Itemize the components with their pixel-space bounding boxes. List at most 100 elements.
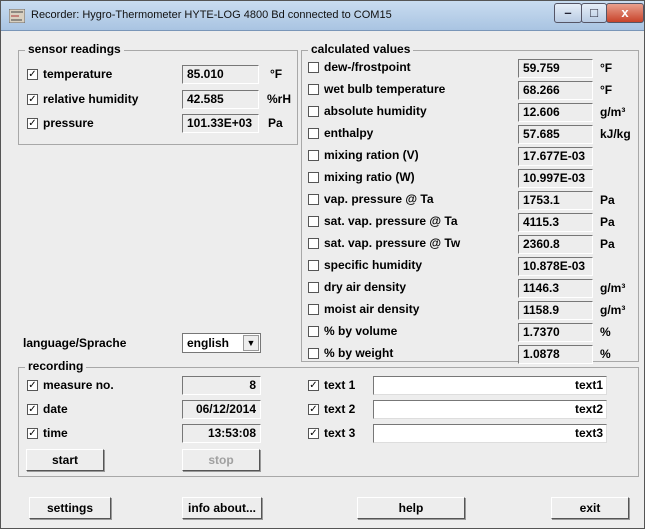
exit-button[interactable]: exit [551, 497, 629, 519]
chevron-down-icon[interactable]: ▼ [243, 335, 259, 351]
calc-item-3-label: absolute humidity [324, 104, 427, 118]
calc-item-11-checkbox[interactable] [308, 282, 319, 293]
help-button[interactable]: help [357, 497, 465, 519]
calc-item-1-unit: °F [600, 61, 613, 75]
calc-item-11-unit: g/m³ [600, 281, 626, 295]
text3-label: text 3 [324, 426, 356, 440]
calc-item-1-value: 59.759 [518, 59, 593, 78]
calc-item-2-value: 68.266 [518, 81, 593, 100]
pressure-checkbox[interactable]: ✓ [27, 118, 38, 129]
date-value: 06/12/2014 [182, 400, 261, 419]
calc-item-5-value: 17.677E-03 [518, 147, 593, 166]
relative-humidity-checkbox[interactable]: ✓ [27, 94, 38, 105]
text3-input[interactable]: text3 [373, 424, 607, 443]
recording-title: recording [25, 359, 87, 373]
calc-item-13-unit: % [600, 325, 611, 339]
relative-humidity-unit: %rH [267, 92, 292, 106]
calc-item-13-checkbox[interactable] [308, 326, 319, 337]
language-selected-value: english [187, 336, 230, 350]
calc-item-1-label: dew-/frostpoint [324, 60, 411, 74]
calc-item-2-label: wet bulb temperature [324, 82, 446, 96]
calc-item-7-unit: Pa [600, 193, 615, 207]
calc-item-9-value: 2360.8 [518, 235, 593, 254]
app-window: Recorder: Hygro-Thermometer HYTE-LOG 480… [0, 0, 645, 529]
calc-item-1-checkbox[interactable] [308, 62, 319, 73]
text3-checkbox[interactable]: ✓ [308, 428, 319, 439]
calc-item-6-checkbox[interactable] [308, 172, 319, 183]
calc-item-10-value: 10.878E-03 [518, 257, 593, 276]
sensor-readings-group: sensor readings ✓ temperature 85.010 °F … [18, 42, 298, 145]
calc-item-14-value: 1.0878 [518, 345, 593, 364]
text1-checkbox[interactable]: ✓ [308, 380, 319, 391]
title-bar[interactable]: Recorder: Hygro-Thermometer HYTE-LOG 480… [1, 1, 644, 31]
calc-item-11-label: dry air density [324, 280, 407, 294]
settings-button[interactable]: settings [29, 497, 111, 519]
calc-item-9-label: sat. vap. pressure @ Tw [324, 236, 461, 250]
pressure-value: 101.33E+03 [182, 114, 259, 133]
calc-item-7-label: vap. pressure @ Ta [324, 192, 434, 206]
text2-checkbox[interactable]: ✓ [308, 404, 319, 415]
calc-item-12-checkbox[interactable] [308, 304, 319, 315]
pressure-unit: Pa [268, 116, 283, 130]
relative-humidity-label: relative humidity [43, 92, 139, 106]
text2-label: text 2 [324, 402, 356, 416]
text2-input[interactable]: text2 [373, 400, 607, 419]
calc-item-14-checkbox[interactable] [308, 348, 319, 359]
calc-item-4-value: 57.685 [518, 125, 593, 144]
text1-label: text 1 [324, 378, 356, 392]
stop-button[interactable]: stop [182, 449, 260, 471]
temperature-checkbox[interactable]: ✓ [27, 69, 38, 80]
text1-input[interactable]: text1 [373, 376, 607, 395]
maximize-button[interactable]: □ [581, 3, 607, 23]
calc-item-3-checkbox[interactable] [308, 106, 319, 117]
calc-item-12-unit: g/m³ [600, 303, 626, 317]
calc-item-10-checkbox[interactable] [308, 260, 319, 271]
calc-item-9-checkbox[interactable] [308, 238, 319, 249]
close-button[interactable]: x [606, 3, 644, 23]
app-icon [9, 9, 25, 23]
calc-item-12-value: 1158.9 [518, 301, 593, 320]
relative-humidity-value: 42.585 [182, 90, 259, 109]
calc-item-9-unit: Pa [600, 237, 615, 251]
date-checkbox[interactable]: ✓ [27, 404, 38, 415]
calc-item-4-unit: kJ/kg [600, 127, 631, 141]
calc-item-8-label: sat. vap. pressure @ Ta [324, 214, 458, 228]
time-label: time [43, 426, 68, 440]
calc-item-3-unit: g/m³ [600, 105, 626, 119]
measure-no-checkbox[interactable]: ✓ [27, 380, 38, 391]
calculated-values-group: calculated values dew-/frostpoint 59.759 °… [301, 42, 639, 364]
calc-item-8-value: 4115.3 [518, 213, 593, 232]
recording-group: recording ✓ measure no. 8 ✓ date 06/12/2… [18, 359, 639, 477]
calc-item-5-label: mixing ration (V) [324, 148, 419, 162]
calc-item-3-value: 12.606 [518, 103, 593, 122]
time-value: 13:53:08 [182, 424, 261, 443]
start-button[interactable]: start [26, 449, 104, 471]
window-title: Recorder: Hygro-Thermometer HYTE-LOG 480… [31, 9, 392, 21]
temperature-label: temperature [43, 67, 113, 81]
calc-item-2-checkbox[interactable] [308, 84, 319, 95]
calc-item-13-value: 1.7370 [518, 323, 593, 342]
calc-item-12-label: moist air density [324, 302, 420, 316]
calc-item-4-checkbox[interactable] [308, 128, 319, 139]
calc-item-2-unit: °F [600, 83, 613, 97]
calc-item-10-label: specific humidity [324, 258, 423, 272]
calc-item-6-label: mixing ratio (W) [324, 170, 415, 184]
calc-item-7-checkbox[interactable] [308, 194, 319, 205]
calc-item-6-value: 10.997E-03 [518, 169, 593, 188]
minimize-button[interactable]: – [554, 3, 582, 23]
temperature-unit: °F [270, 67, 283, 81]
measure-no-value: 8 [182, 376, 261, 395]
date-label: date [43, 402, 68, 416]
time-checkbox[interactable]: ✓ [27, 428, 38, 439]
calc-item-7-value: 1753.1 [518, 191, 593, 210]
measure-no-label: measure no. [43, 378, 114, 392]
info-about-button[interactable]: info about... [182, 497, 262, 519]
calc-item-13-label: % by volume [324, 324, 398, 338]
calc-item-14-label: % by weight [324, 346, 394, 360]
calc-item-5-checkbox[interactable] [308, 150, 319, 161]
calc-item-14-unit: % [600, 347, 611, 361]
calc-item-8-unit: Pa [600, 215, 615, 229]
calc-item-8-checkbox[interactable] [308, 216, 319, 227]
language-select[interactable]: english ▼ [182, 333, 261, 353]
calc-item-4-label: enthalpy [324, 126, 374, 140]
